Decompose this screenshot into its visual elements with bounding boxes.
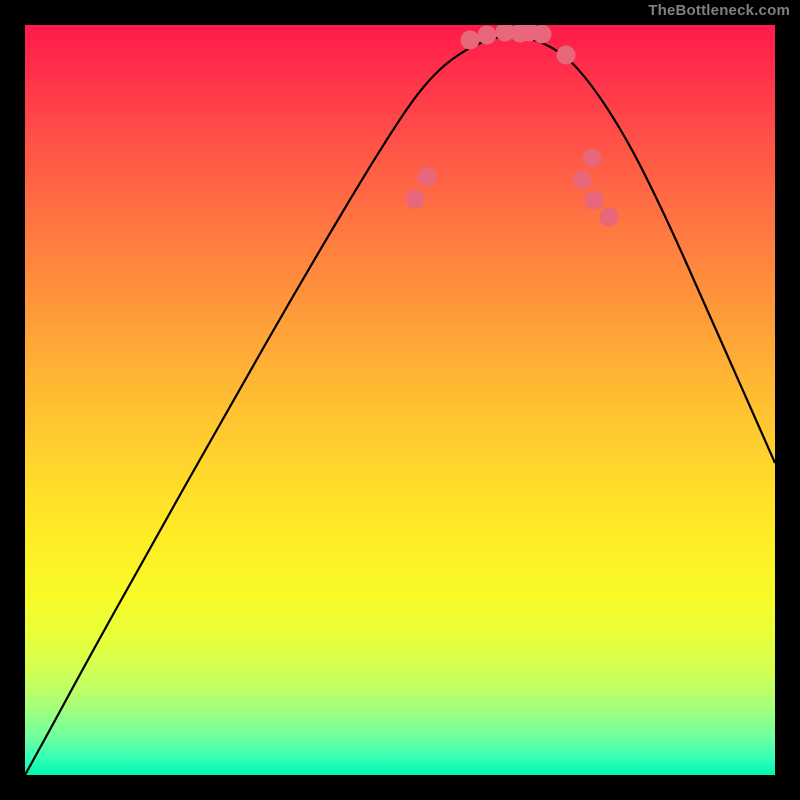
marker-dot	[557, 46, 576, 65]
marker-dot	[533, 25, 552, 44]
watermark: TheBottleneck.com	[648, 2, 790, 19]
marker-dot	[600, 208, 619, 227]
marker-dot	[583, 149, 602, 168]
chart-area	[25, 25, 775, 775]
chart-svg	[25, 25, 775, 775]
marker-dot	[585, 191, 604, 210]
marker-dot	[573, 171, 592, 190]
marker-dot	[478, 26, 497, 45]
marker-dot	[461, 31, 480, 50]
marker-dot	[418, 168, 437, 187]
marker-dots-group	[406, 25, 619, 227]
marker-dot	[406, 190, 425, 209]
v-curve	[25, 36, 775, 775]
